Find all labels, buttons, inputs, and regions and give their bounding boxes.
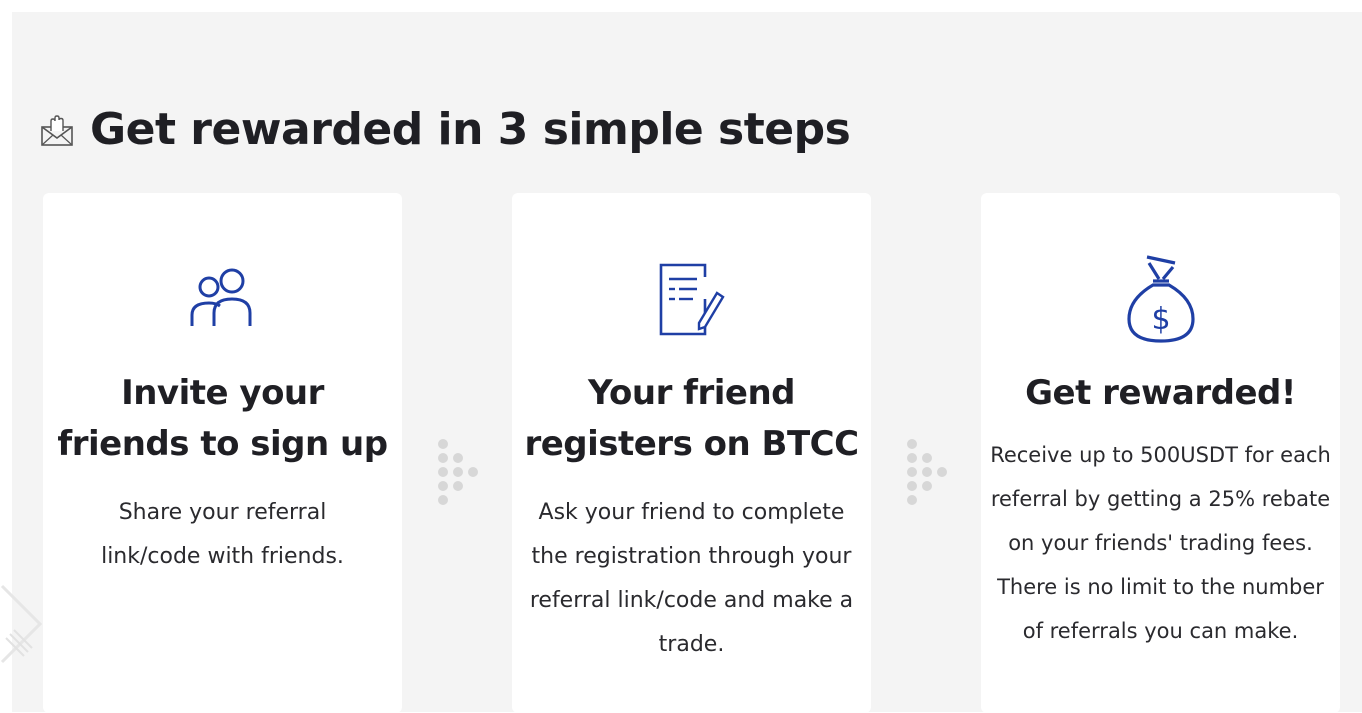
step-connector-dots-icon <box>438 439 478 505</box>
step-card-invite: Invite your friends to sign up Share you… <box>43 193 402 713</box>
section-heading: Get rewarded in 3 simple steps <box>40 104 851 155</box>
svg-text:$: $ <box>1151 302 1170 337</box>
hand-envelope-icon <box>41 114 73 146</box>
step-description: Share your referral link/code with frien… <box>101 500 344 569</box>
step-connector-dots-icon <box>907 439 947 505</box>
step-description: Ask your friend to complete the registra… <box>529 500 854 657</box>
step-title: Your friend registers on BTCC <box>524 373 859 464</box>
money-bag-icon: $ <box>1126 255 1195 343</box>
step-card-reward: $ Get rewarded! Receive up to 500USDT fo… <box>981 193 1340 713</box>
section-title: Get rewarded in 3 simple steps <box>90 104 851 155</box>
document-pen-icon <box>659 263 725 336</box>
decorative-arrow-icon <box>0 584 43 664</box>
step-description: Receive up to 500USDT for each referral … <box>990 443 1331 643</box>
users-icon <box>190 268 251 326</box>
step-title: Invite your friends to sign up <box>57 373 388 464</box>
step-title: Get rewarded! <box>1025 373 1296 413</box>
step-card-register: Your friend registers on BTCC Ask your f… <box>512 193 871 713</box>
